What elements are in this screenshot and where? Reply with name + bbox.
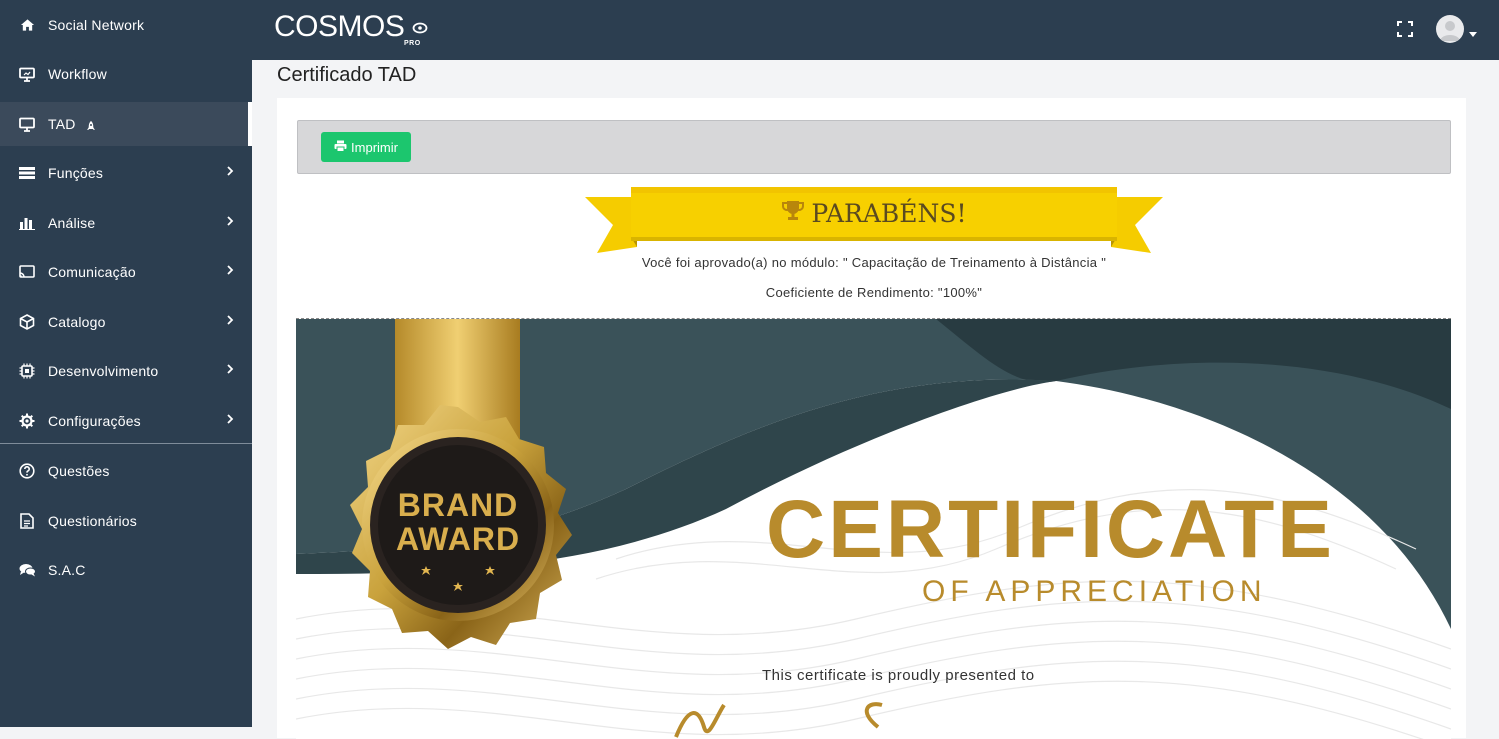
certificate-heading: CERTIFICATE <box>766 484 1336 575</box>
cube-icon <box>18 313 36 331</box>
sidebar-item-comunicacao[interactable]: Comunicação <box>0 250 252 294</box>
sidebar-item-label: Workflow <box>48 66 107 82</box>
sidebar-item-sac[interactable]: S.A.C <box>0 548 252 592</box>
sidebar-item-questoes[interactable]: Questões <box>0 449 252 493</box>
sidebar-item-label: Desenvolvimento <box>48 363 159 379</box>
chevron-right-icon <box>226 263 234 281</box>
sidebar-item-desenvolvimento[interactable]: Desenvolvimento <box>0 349 252 393</box>
sidebar-item-catalogo[interactable]: Catalogo <box>0 300 252 344</box>
avatar[interactable] <box>1436 15 1464 43</box>
sidebar-item-social-network[interactable]: Social Network <box>0 3 252 47</box>
print-toolbar: Imprimir <box>297 120 1451 174</box>
chevron-right-icon <box>226 412 234 430</box>
print-button[interactable]: Imprimir <box>321 132 411 162</box>
chevron-right-icon <box>226 313 234 331</box>
logo-badge: PRO <box>404 40 421 47</box>
sidebar-item-label: Configurações <box>48 413 141 429</box>
monitor-icon <box>18 65 36 83</box>
chevron-right-icon <box>226 362 234 380</box>
desktop-icon <box>18 115 36 133</box>
cosmos-logo[interactable]: COSMOS PRO <box>274 10 420 50</box>
list-icon <box>18 164 36 182</box>
sidebar-item-label: TAD <box>48 116 76 132</box>
signature-script <box>674 702 883 738</box>
fullscreen-icon[interactable] <box>1396 20 1414 43</box>
sidebar-divider <box>0 443 252 444</box>
printer-icon <box>334 140 347 155</box>
home-icon <box>18 16 36 34</box>
certificate-subheading: OF APPRECIATION <box>922 575 1267 608</box>
eye-toggle-icon[interactable] <box>412 20 428 41</box>
rocket-icon <box>86 119 96 137</box>
sidebar-item-label: Comunicação <box>48 264 136 280</box>
sidebar-item-funcoes[interactable]: Funções <box>0 151 252 195</box>
page-title: Certificado TAD <box>277 64 417 86</box>
chevron-right-icon <box>226 214 234 232</box>
banner-text: PARABÉNS! <box>811 198 967 228</box>
top-navbar: COSMOS PRO <box>252 0 1499 60</box>
sidebar: Social Network Workflow TAD Funções Anál… <box>0 0 252 727</box>
sidebar-item-analise[interactable]: Análise <box>0 201 252 245</box>
seal-text-line1: BRAND <box>397 487 519 523</box>
sidebar-item-label: Social Network <box>48 17 145 33</box>
sidebar-item-workflow[interactable]: Workflow <box>0 52 252 96</box>
sidebar-item-label: Análise <box>48 215 96 231</box>
certificate-image: BRAND AWARD CERTIFICATE OF APPRECIATION … <box>296 318 1451 739</box>
logo-text: COSMOS <box>274 10 405 43</box>
caret-down-icon[interactable] <box>1469 25 1477 43</box>
trophy-icon <box>781 200 805 227</box>
sidebar-item-label: Funções <box>48 165 104 181</box>
sidebar-item-configuracoes[interactable]: Configurações <box>0 399 252 443</box>
chip-icon <box>18 362 36 380</box>
sidebar-item-label: S.A.C <box>48 562 86 578</box>
question-circle-icon <box>18 462 36 480</box>
sidebar-item-label: Catalogo <box>48 314 106 330</box>
approval-message: Você foi aprovado(a) no módulo: " Capaci… <box>641 255 1107 270</box>
print-label: Imprimir <box>351 139 398 155</box>
sidebar-item-label: Questões <box>48 463 110 479</box>
chat-icon <box>18 561 36 579</box>
presented-to-text: This certificate is proudly presented to <box>762 667 1035 684</box>
sidebar-item-questionarios[interactable]: Questionários <box>0 499 252 543</box>
document-icon <box>18 512 36 530</box>
seal-text-line2: AWARD <box>395 521 521 557</box>
gear-icon <box>18 412 36 430</box>
bar-chart-icon <box>18 214 36 232</box>
sidebar-item-tad[interactable]: TAD <box>0 102 252 146</box>
chevron-right-icon <box>226 164 234 182</box>
sidebar-item-label: Questionários <box>48 513 137 529</box>
score-message: Coeficiente de Rendimento: "100%" <box>765 285 983 300</box>
congrats-banner: PARABÉNS! <box>585 185 1163 255</box>
cast-icon <box>18 263 36 281</box>
